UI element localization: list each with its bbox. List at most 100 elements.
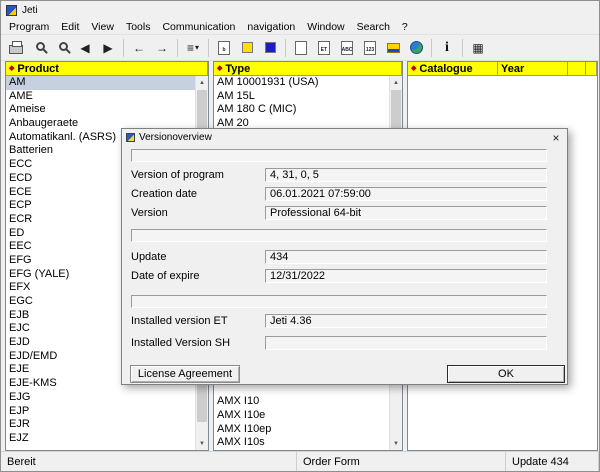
window-grid-icon[interactable]: ▦ <box>467 37 489 59</box>
field-label: Date of expire <box>131 269 199 283</box>
print-icon[interactable] <box>5 37 27 59</box>
blue-marker-icon[interactable] <box>259 37 281 59</box>
zoom-overview-icon[interactable] <box>28 37 50 59</box>
type-list-item[interactable]: AMX I10s <box>214 436 389 450</box>
doc-123-icon: 123 <box>364 41 376 55</box>
year-column-header[interactable]: Year <box>498 62 568 76</box>
ok-button[interactable]: OK <box>447 365 565 383</box>
zoom-overview-icon <box>36 42 45 51</box>
forward-icon[interactable]: → <box>151 37 173 59</box>
type-list-item[interactable]: AMX I10ep <box>214 423 389 437</box>
back-icon[interactable]: ← <box>128 37 150 59</box>
product-column-header[interactable]: ◆ Product <box>6 62 208 76</box>
field-label: Version <box>131 206 168 220</box>
shopping-basket-icon <box>387 43 400 53</box>
dialog-field-row: Version Professional 64-bit <box>131 206 547 220</box>
doc-et-icon: ET <box>318 41 330 55</box>
doc-abc-icon[interactable]: ABC <box>336 37 358 59</box>
date-of-expire-field: 12/31/2022 <box>265 269 547 283</box>
next-record-icon[interactable]: ▶ <box>97 37 119 59</box>
toolbar-separator <box>208 39 209 57</box>
status-ready: Bereit <box>1 452 297 471</box>
shopping-basket-icon[interactable] <box>382 37 404 59</box>
dialog-titlebar[interactable]: Versionoverview × <box>122 129 567 146</box>
empty-column-header <box>586 62 597 76</box>
product-list-item[interactable]: EJR <box>6 418 195 432</box>
menu-item[interactable]: ? <box>396 20 414 34</box>
previous-record-icon[interactable]: ◀ <box>74 37 96 59</box>
type-list-item[interactable]: AM 10001931 (USA) <box>214 76 389 90</box>
dialog-field-row: Installed version ET Jeti 4.36 <box>131 314 547 328</box>
license-agreement-button[interactable]: License Agreement <box>130 365 240 383</box>
type-list-item[interactable]: AMX I10e <box>214 409 389 423</box>
forward-icon: → <box>156 42 168 54</box>
status-order-form: Order Form <box>297 452 506 471</box>
field-label: Update <box>131 250 166 264</box>
installed-version-et-field: Jeti 4.36 <box>265 314 547 328</box>
scroll-up-icon[interactable]: ▲ <box>390 76 402 89</box>
product-list-item[interactable]: EJP <box>6 405 195 419</box>
yellow-marker-icon[interactable] <box>236 37 258 59</box>
scroll-down-icon[interactable]: ▼ <box>390 437 402 450</box>
application-window: Jeti ProgramEditViewToolsCommunicationna… <box>0 0 600 472</box>
product-list-item[interactable]: AM <box>6 76 195 90</box>
menu-item[interactable]: Search <box>351 20 396 34</box>
diamond-icon: ◆ <box>217 65 222 72</box>
product-list-item[interactable]: EJZ <box>6 432 195 446</box>
version-of-program-field: 4, 31, 0, 5 <box>265 168 547 182</box>
year-header-label: Year <box>501 63 524 75</box>
field-label: Installed Version SH <box>131 336 230 350</box>
toolbar: ◀ ▶ ← → ≡▾ b ET ABC 123 i ▦ <box>1 34 599 61</box>
menu-item[interactable]: navigation <box>241 20 301 34</box>
type-list-item[interactable]: AM 15L <box>214 90 389 104</box>
type-list-item[interactable]: AM 180 C (MIC) <box>214 103 389 117</box>
document-info-icon: b <box>218 41 230 55</box>
toolbar-separator <box>431 39 432 57</box>
doc-plain-icon[interactable] <box>290 37 312 59</box>
type-header-label: Type <box>225 63 250 75</box>
type-list-item[interactable]: AMX I10 <box>214 395 389 409</box>
toolbar-separator <box>123 39 124 57</box>
diamond-icon: ◆ <box>411 65 416 72</box>
toolbar-separator <box>462 39 463 57</box>
menu-item[interactable]: Tools <box>120 20 157 34</box>
menu-item[interactable]: Window <box>301 20 350 34</box>
menu-item[interactable]: View <box>85 20 120 34</box>
dialog-field-row: Creation date 06.01.2021 07:59:00 <box>131 187 547 201</box>
previous-record-icon: ◀ <box>80 42 89 54</box>
titlebar: Jeti <box>1 1 599 19</box>
doc-et-icon[interactable]: ET <box>313 37 335 59</box>
menu-item[interactable]: Communication <box>156 20 241 34</box>
document-info-icon[interactable]: b <box>213 37 235 59</box>
field-label: Creation date <box>131 187 197 201</box>
scroll-down-icon[interactable]: ▼ <box>196 437 208 450</box>
menu-item[interactable]: Program <box>3 20 55 34</box>
product-list-item[interactable]: Ameise <box>6 103 195 117</box>
window-grid-icon: ▦ <box>472 42 483 54</box>
info-icon[interactable]: i <box>436 37 458 59</box>
scroll-up-icon[interactable]: ▲ <box>196 76 208 89</box>
doc-123-icon[interactable]: 123 <box>359 37 381 59</box>
dialog-title: Versionoverview <box>139 132 212 143</box>
next-record-icon: ▶ <box>103 42 112 54</box>
menu-item[interactable]: Edit <box>55 20 85 34</box>
view-menu-icon[interactable]: ≡▾ <box>182 37 204 59</box>
status-update: Update 434 <box>506 452 599 471</box>
product-panel-header: ◆ Product <box>6 62 208 76</box>
zoom-icon[interactable] <box>51 37 73 59</box>
blue-marker-icon <box>265 42 276 53</box>
separator-field <box>131 149 547 162</box>
empty-column-header <box>568 62 586 76</box>
close-icon[interactable]: × <box>545 129 567 146</box>
doc-abc-icon: ABC <box>341 41 353 55</box>
catalogue-column-header[interactable]: ◆ Catalogue <box>408 62 498 76</box>
version-field: Professional 64-bit <box>265 206 547 220</box>
chevron-down-icon: ▾ <box>195 43 199 52</box>
update-field: 434 <box>265 250 547 264</box>
globe-icon[interactable] <box>405 37 427 59</box>
type-column-header[interactable]: ◆ Type <box>214 62 402 76</box>
dialog-field-row: Installed Version SH <box>131 336 547 350</box>
product-list-item[interactable]: EJG <box>6 391 195 405</box>
versionoverview-dialog: Versionoverview × Version of program 4, … <box>121 128 568 385</box>
product-list-item[interactable]: AME <box>6 90 195 104</box>
